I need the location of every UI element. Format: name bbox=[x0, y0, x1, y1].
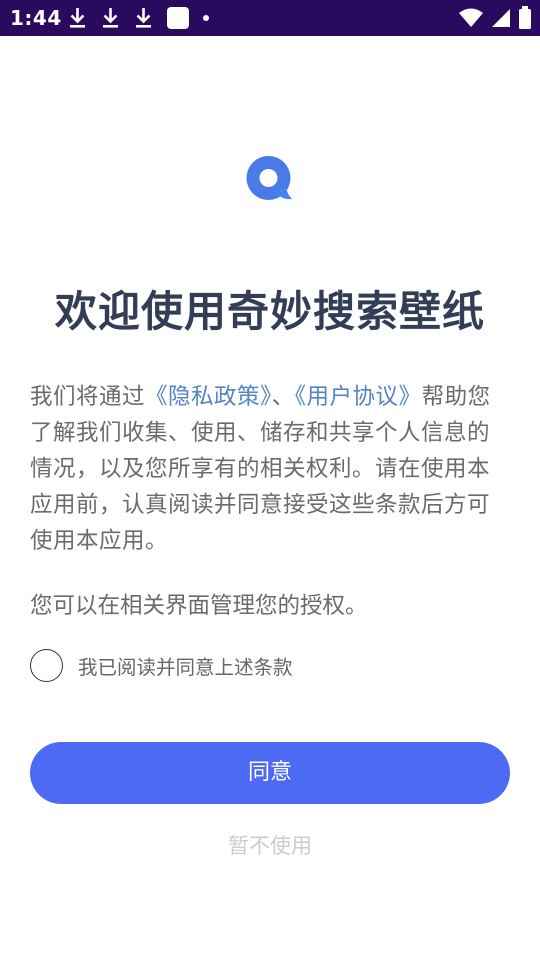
agree-terms-label[interactable]: 我已阅读并同意上述条款 bbox=[78, 651, 293, 680]
dot-icon bbox=[203, 15, 209, 21]
status-bar: 1:44 bbox=[0, 0, 540, 36]
user-agreement-link[interactable]: 《用户协议》 bbox=[295, 384, 422, 410]
cell-signal-icon bbox=[492, 9, 510, 27]
agree-terms-row[interactable]: 我已阅读并同意上述条款 bbox=[30, 648, 293, 682]
agree-terms-checkbox[interactable] bbox=[30, 648, 63, 682]
privacy-policy-link[interactable]: 《隐私政策》 bbox=[145, 384, 272, 410]
decline-button[interactable]: 暂不使用 bbox=[0, 830, 540, 860]
page-title: 欢迎使用奇妙搜索壁纸 bbox=[54, 287, 485, 336]
system-icons bbox=[458, 6, 532, 30]
download-icon bbox=[70, 8, 85, 28]
separator: 、 bbox=[271, 384, 295, 410]
battery-icon bbox=[519, 6, 531, 29]
wifi-icon bbox=[459, 8, 483, 27]
intro-before: 我们将通过 bbox=[30, 384, 146, 410]
status-time: 1:44 bbox=[10, 6, 62, 30]
download-icon bbox=[136, 8, 151, 28]
square-notification-icon bbox=[167, 7, 189, 29]
consent-description: 我们将通过《隐私政策》、《用户协议》帮助您了解我们收集、使用、储存和共享个人信息… bbox=[30, 379, 512, 559]
notification-icons bbox=[68, 6, 209, 30]
agree-button[interactable]: 同意 bbox=[30, 742, 510, 804]
search-bubble-logo-icon bbox=[246, 156, 292, 200]
authorization-note: 您可以在相关界面管理您的授权。 bbox=[30, 593, 368, 619]
download-icon bbox=[103, 8, 118, 28]
